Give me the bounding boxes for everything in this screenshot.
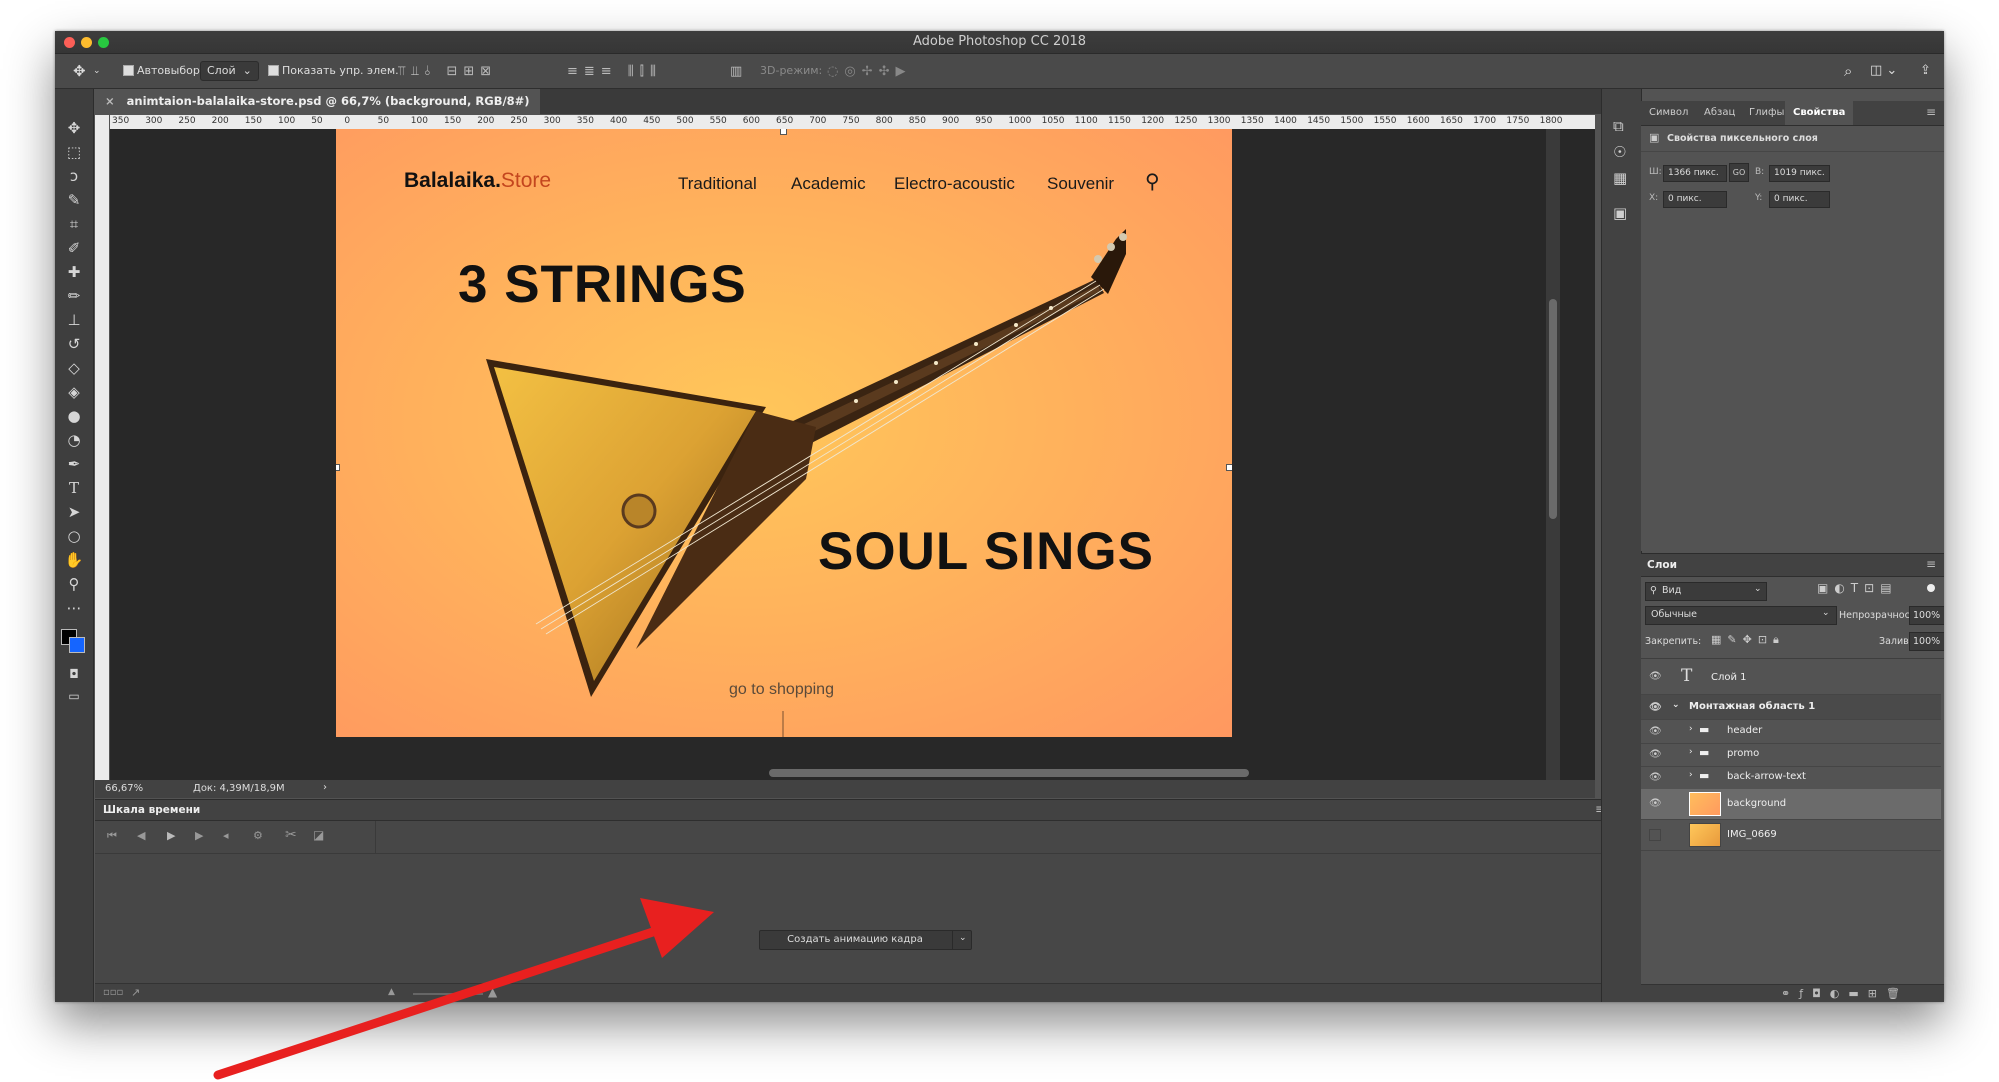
annotation-arrow bbox=[213, 898, 714, 1080]
